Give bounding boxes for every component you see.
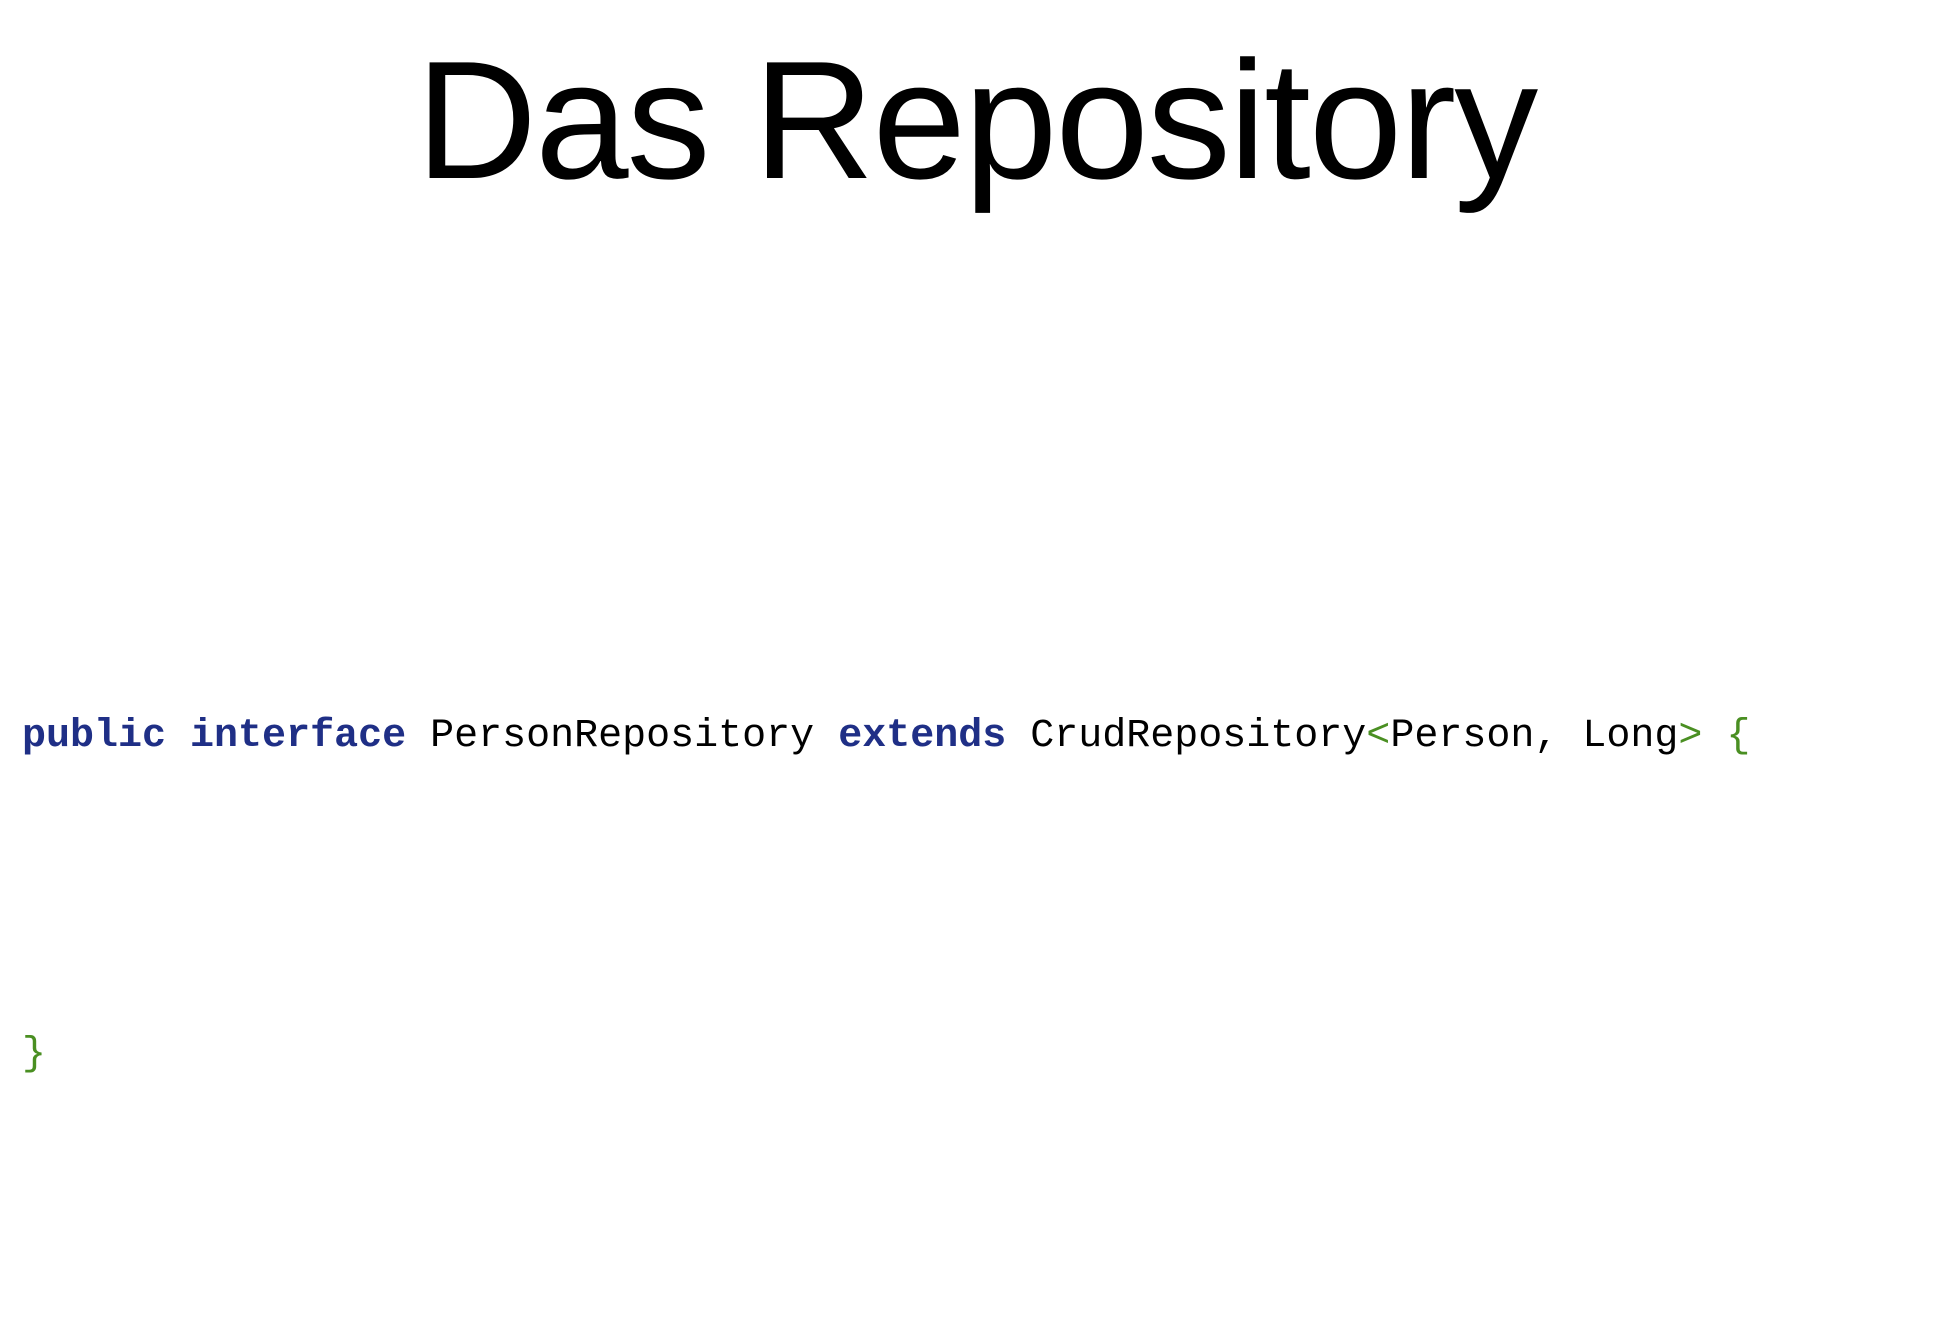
slide: Das Repository public interface PersonRe… [0, 0, 1952, 1077]
type-argument-separator: , [1534, 714, 1583, 759]
keyword-interface: interface [190, 714, 407, 759]
interface-name: PersonRepository [430, 714, 815, 759]
open-brace: { [1726, 714, 1751, 759]
type-argument-person: Person [1390, 714, 1535, 759]
code-block: public interface PersonRepository extend… [22, 472, 1750, 1320]
close-brace: } [22, 1032, 47, 1077]
keyword-extends: extends [838, 714, 1007, 759]
code-line-2: } [22, 1002, 1750, 1108]
keyword-public: public [22, 714, 167, 759]
base-interface-name: CrudRepository [1030, 714, 1367, 759]
generic-open-bracket: < [1366, 714, 1391, 759]
generic-close-bracket: > [1678, 714, 1703, 759]
type-argument-long: Long [1582, 714, 1679, 759]
code-line-1: public interface PersonRepository extend… [22, 684, 1750, 790]
slide-title: Das Repository [415, 26, 1538, 214]
